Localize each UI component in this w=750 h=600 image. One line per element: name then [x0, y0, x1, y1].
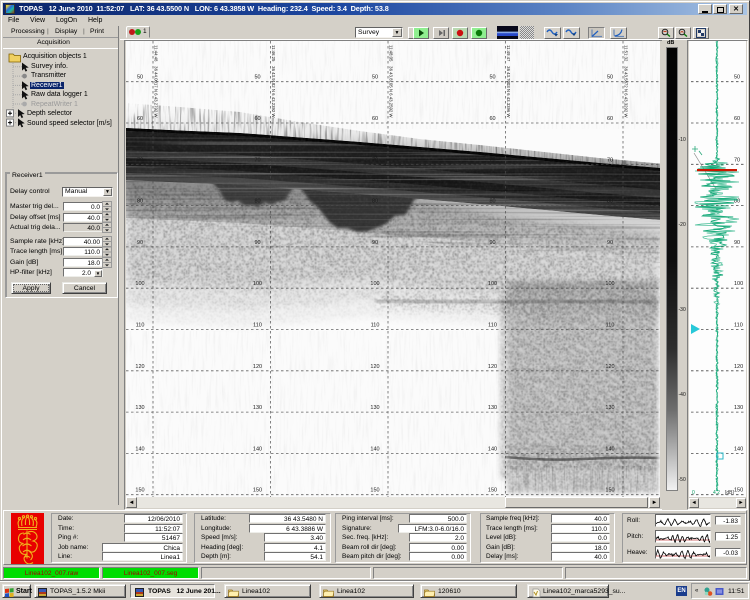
svg-text:70: 70 — [254, 157, 260, 163]
svg-text:70: 70 — [734, 157, 740, 163]
svg-text:130: 130 — [488, 405, 497, 411]
svg-text:100: 100 — [734, 281, 743, 287]
svg-text:50: 50 — [372, 75, 378, 81]
svg-text:110: 110 — [371, 323, 380, 329]
svg-text:150: 150 — [488, 488, 497, 494]
svg-text:50: 50 — [734, 75, 740, 81]
svg-text:110: 110 — [488, 323, 497, 329]
svg-text:80: 80 — [254, 199, 260, 205]
svg-text:110: 110 — [136, 323, 145, 329]
svg-text:120: 120 — [488, 364, 497, 370]
svg-text:150: 150 — [734, 488, 743, 494]
svg-text:110: 110 — [253, 323, 262, 329]
svg-text:60: 60 — [607, 116, 613, 122]
svg-text:100: 100 — [370, 281, 379, 287]
svg-text:120: 120 — [135, 364, 144, 370]
svg-text:80: 80 — [372, 199, 378, 205]
svg-text:90: 90 — [734, 240, 740, 246]
svg-text:140: 140 — [605, 446, 614, 452]
svg-text:130: 130 — [734, 405, 743, 411]
svg-text:90: 90 — [137, 240, 143, 246]
svg-text:60: 60 — [372, 116, 378, 122]
svg-text:0: 0 — [692, 490, 695, 496]
svg-text:60: 60 — [489, 116, 495, 122]
svg-text:4.2: 4.2 — [713, 490, 720, 496]
svg-text:150: 150 — [370, 488, 379, 494]
svg-text:60: 60 — [254, 116, 260, 122]
svg-text:50: 50 — [489, 75, 495, 81]
svg-text:140: 140 — [370, 446, 379, 452]
svg-text:100: 100 — [253, 281, 262, 287]
svg-text:120: 120 — [370, 364, 379, 370]
svg-text:130: 130 — [135, 405, 144, 411]
svg-text:70: 70 — [607, 157, 613, 163]
svg-text:150: 150 — [253, 488, 262, 494]
svg-text:70: 70 — [489, 157, 495, 163]
svg-text:80: 80 — [607, 199, 613, 205]
svg-text:50: 50 — [254, 75, 260, 81]
svg-text:140: 140 — [734, 446, 743, 452]
svg-text:70: 70 — [137, 157, 143, 163]
svg-text:140: 140 — [253, 446, 262, 452]
svg-text:110: 110 — [606, 323, 615, 329]
svg-text:120: 120 — [253, 364, 262, 370]
svg-text:140: 140 — [488, 446, 497, 452]
svg-text:60: 60 — [734, 116, 740, 122]
svg-text:100: 100 — [488, 281, 497, 287]
svg-text:150: 150 — [605, 488, 614, 494]
svg-text:130: 130 — [370, 405, 379, 411]
svg-text:120: 120 — [734, 364, 743, 370]
svg-text:-10: -10 — [679, 137, 686, 143]
svg-text:90: 90 — [607, 240, 613, 246]
svg-text:130: 130 — [605, 405, 614, 411]
svg-text:130: 130 — [253, 405, 262, 411]
svg-text:50: 50 — [137, 75, 143, 81]
svg-text:-30: -30 — [679, 307, 686, 313]
svg-text:120: 120 — [605, 364, 614, 370]
svg-text:100: 100 — [605, 281, 614, 287]
svg-text:90: 90 — [372, 240, 378, 246]
svg-text:140: 140 — [135, 446, 144, 452]
svg-text:-20: -20 — [679, 222, 686, 228]
svg-text:80: 80 — [489, 199, 495, 205]
svg-text:100: 100 — [135, 281, 144, 287]
svg-text:[dB]: [dB] — [725, 490, 735, 496]
svg-text:60: 60 — [137, 116, 143, 122]
svg-text:90: 90 — [254, 240, 260, 246]
svg-text:110: 110 — [734, 323, 743, 329]
svg-text:-50: -50 — [679, 477, 686, 483]
svg-text:-40: -40 — [679, 392, 686, 398]
svg-text:90: 90 — [489, 240, 495, 246]
svg-text:150: 150 — [135, 488, 144, 494]
svg-text:70: 70 — [372, 157, 378, 163]
svg-text:80: 80 — [137, 199, 143, 205]
svg-text:50: 50 — [607, 75, 613, 81]
